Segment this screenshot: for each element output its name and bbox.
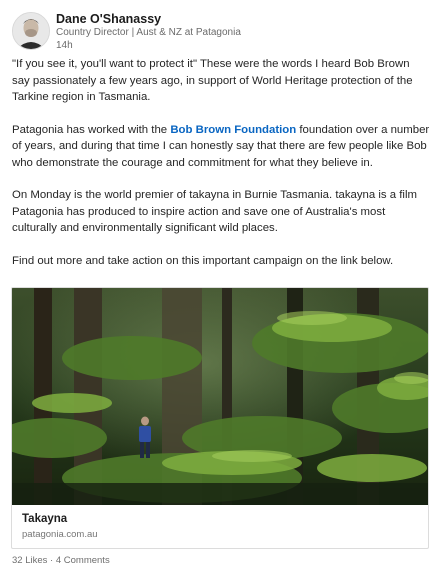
paragraph-2-text-before: Patagonia has worked with the — [12, 123, 171, 136]
post-header: Dane O'Shanassy Country Director | Aust … — [12, 10, 432, 54]
link-preview-image[interactable] — [12, 288, 428, 505]
link-preview-title[interactable]: Takayna — [22, 513, 67, 525]
linkedin-post: Dane O'Shanassy Country Director | Aust … — [0, 0, 439, 570]
bob-brown-foundation-link[interactable]: Bob Brown Foundation — [170, 124, 296, 136]
post-timestamp: 14h — [56, 40, 73, 51]
post-paragraph-2: Patagonia has worked with the Bob Brown … — [12, 122, 430, 172]
author-headline: Country Director | Aust & NZ at Patagoni… — [56, 27, 241, 38]
author-photo — [13, 13, 49, 49]
post-paragraph-1: "If you see it, you'll want to protect i… — [12, 58, 413, 103]
post-paragraph-4: Find out more and take action on this im… — [12, 254, 394, 267]
rainforest-photo — [12, 288, 428, 505]
author-name[interactable]: Dane O'Shanassy — [56, 12, 161, 26]
post-paragraph-3: On Monday is the world premier of takayn… — [12, 189, 417, 234]
link-preview-domain: patagonia.com.au — [22, 529, 98, 540]
author-avatar[interactable] — [12, 12, 50, 50]
post-body: "If you see it, you'll want to protect i… — [12, 56, 430, 285]
likes-count[interactable]: 32 Likes — [12, 555, 47, 566]
comments-count[interactable]: 4 Comments — [56, 555, 110, 566]
social-separator: · — [47, 555, 56, 566]
social-counts: 32 Likes · 4 Comments — [12, 555, 110, 566]
link-preview-card[interactable]: Takayna patagonia.com.au — [11, 287, 429, 549]
